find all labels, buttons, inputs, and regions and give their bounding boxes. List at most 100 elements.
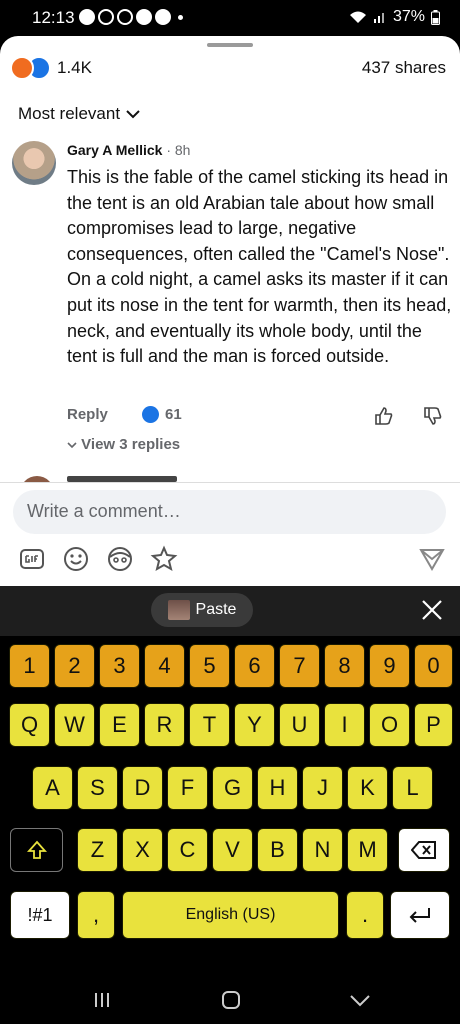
key-d[interactable]: D xyxy=(122,766,163,810)
key-r[interactable]: R xyxy=(144,703,185,747)
messenger-icon xyxy=(79,9,95,25)
key-e[interactable]: E xyxy=(99,703,140,747)
reaction-count: 1.4K xyxy=(57,58,92,77)
send-icon[interactable] xyxy=(418,545,446,573)
gif-icon[interactable] xyxy=(18,545,46,573)
reply-button[interactable]: Reply xyxy=(67,406,108,423)
key-v[interactable]: V xyxy=(212,828,253,872)
avatar-sticker-icon[interactable] xyxy=(106,545,134,573)
bottom-key-row: !#1 , English (US) . xyxy=(0,891,460,941)
home-icon[interactable] xyxy=(217,986,245,1014)
key-2[interactable]: 2 xyxy=(54,644,95,688)
key-l[interactable]: L xyxy=(392,766,433,810)
key-c[interactable]: C xyxy=(167,828,208,872)
key-x[interactable]: X xyxy=(122,828,163,872)
enter-key[interactable] xyxy=(390,891,450,939)
notification-icons xyxy=(79,9,183,25)
letter-row-3: Z X C V B N M xyxy=(0,828,460,874)
snapchat-icon xyxy=(136,9,152,25)
space-key[interactable]: English (US) xyxy=(122,891,339,939)
view-replies-link[interactable]: View 3 replies xyxy=(67,436,180,453)
signal-icon xyxy=(373,13,384,23)
shift-icon xyxy=(26,840,47,859)
keyboard-toolbar: Paste xyxy=(0,586,460,636)
close-icon[interactable] xyxy=(420,598,444,622)
comment-likes[interactable]: 61 xyxy=(142,406,182,423)
view-replies-label: View 3 replies xyxy=(81,436,181,453)
key-o[interactable]: O xyxy=(369,703,410,747)
status-time: 12:13 xyxy=(32,8,75,27)
key-p[interactable]: P xyxy=(414,703,453,747)
key-s[interactable]: S xyxy=(77,766,118,810)
enter-icon xyxy=(409,908,430,923)
divider xyxy=(0,482,460,483)
more-notifications-icon xyxy=(178,15,183,20)
wifi-icon xyxy=(349,11,366,23)
status-right: 37% xyxy=(349,8,440,26)
key-f[interactable]: F xyxy=(167,766,208,810)
threads-icon xyxy=(117,9,133,25)
composer-toolbar xyxy=(0,541,460,577)
comments-sheet: 1.4K 437 shares Most relevant Gary A Mel… xyxy=(0,36,460,586)
avatar[interactable] xyxy=(12,141,56,185)
key-n[interactable]: N xyxy=(302,828,343,872)
key-9[interactable]: 9 xyxy=(369,644,410,688)
sticker-icon[interactable] xyxy=(150,545,178,573)
key-8[interactable]: 8 xyxy=(324,644,365,688)
backspace-icon xyxy=(411,841,436,859)
paste-button[interactable]: Paste xyxy=(151,593,253,627)
key-k[interactable]: K xyxy=(347,766,388,810)
reactions-summary[interactable]: 1.4K xyxy=(10,56,92,80)
shares-count[interactable]: 437 shares xyxy=(362,58,446,78)
like-count: 61 xyxy=(165,406,182,423)
comment-time: · 8h xyxy=(166,142,191,158)
number-row: 1 2 3 4 5 6 7 8 9 0 xyxy=(0,644,460,690)
status-bar: 12:13 37% xyxy=(0,0,460,36)
comment-author[interactable]: Gary A Mellick xyxy=(67,142,162,158)
key-w[interactable]: W xyxy=(54,703,95,747)
thumbs-up-icon[interactable] xyxy=(374,406,394,426)
period-key[interactable]: . xyxy=(346,891,384,939)
key-4[interactable]: 4 xyxy=(144,644,185,688)
chevron-down-icon xyxy=(67,442,77,449)
key-0[interactable]: 0 xyxy=(414,644,453,688)
key-5[interactable]: 5 xyxy=(189,644,230,688)
backspace-key[interactable] xyxy=(398,828,450,872)
key-a[interactable]: A xyxy=(32,766,73,810)
comma-key[interactable]: , xyxy=(77,891,115,939)
hide-keyboard-icon[interactable] xyxy=(346,986,374,1014)
instagram-icon xyxy=(98,9,114,25)
comment-input[interactable]: Write a comment… xyxy=(13,490,446,534)
keyboard: Paste 1 2 3 4 5 6 7 8 9 0 Q W E R T Y U … xyxy=(0,586,460,1024)
key-1[interactable]: 1 xyxy=(9,644,50,688)
symbols-key[interactable]: !#1 xyxy=(10,891,70,939)
battery-percent: 37% xyxy=(392,8,425,25)
key-3[interactable]: 3 xyxy=(99,644,140,688)
key-z[interactable]: Z xyxy=(77,828,118,872)
emoji-icon[interactable] xyxy=(62,545,90,573)
key-b[interactable]: B xyxy=(257,828,298,872)
key-y[interactable]: Y xyxy=(234,703,275,747)
key-q[interactable]: Q xyxy=(9,703,50,747)
key-j[interactable]: J xyxy=(302,766,343,810)
key-h[interactable]: H xyxy=(257,766,298,810)
like-badge-icon xyxy=(142,406,159,423)
thumbs-down-icon[interactable] xyxy=(423,406,443,426)
comment-input-placeholder: Write a comment… xyxy=(27,501,181,521)
shift-key[interactable] xyxy=(10,828,63,872)
key-m[interactable]: M xyxy=(347,828,388,872)
sort-dropdown[interactable]: Most relevant xyxy=(18,104,140,124)
key-t[interactable]: T xyxy=(189,703,230,747)
key-u[interactable]: U xyxy=(279,703,320,747)
key-6[interactable]: 6 xyxy=(234,644,275,688)
key-7[interactable]: 7 xyxy=(279,644,320,688)
key-i[interactable]: I xyxy=(324,703,365,747)
key-g[interactable]: G xyxy=(212,766,253,810)
system-nav-bar xyxy=(0,976,460,1024)
sheet-grabber[interactable] xyxy=(207,43,253,47)
snapchat-icon xyxy=(155,9,171,25)
angry-reaction-icon xyxy=(10,56,34,80)
recent-apps-icon[interactable] xyxy=(88,986,116,1014)
letter-row-1: Q W E R T Y U I O P xyxy=(0,703,460,749)
paste-label: Paste xyxy=(195,601,237,618)
